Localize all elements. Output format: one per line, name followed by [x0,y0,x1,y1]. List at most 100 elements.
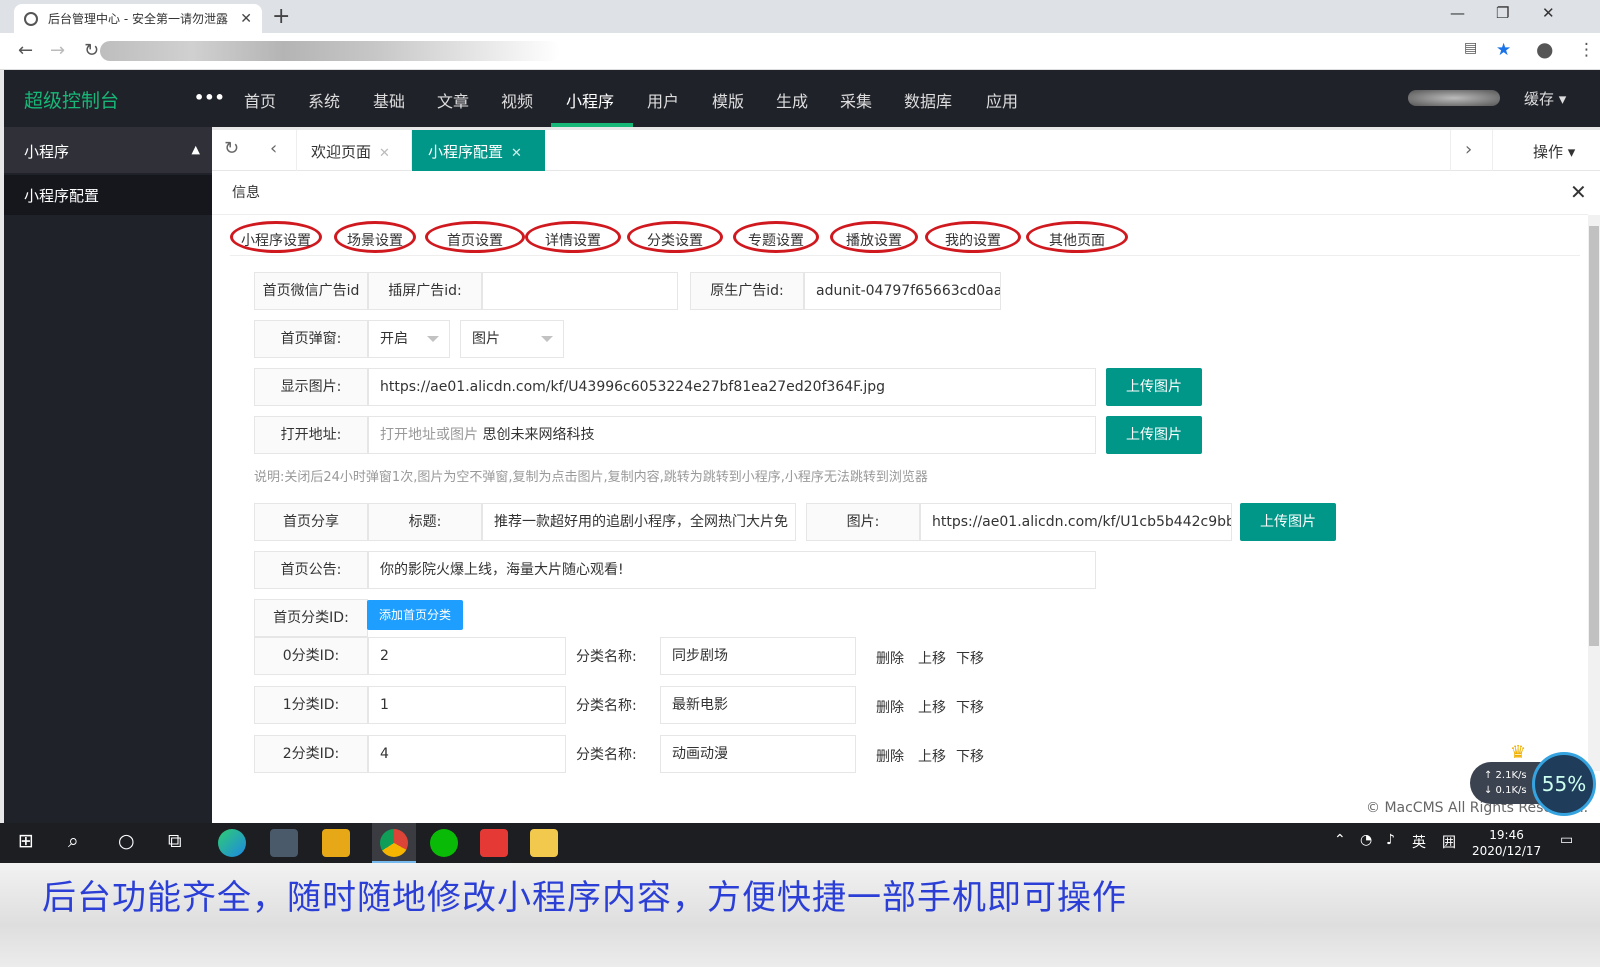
upload-image-button[interactable]: 上传图片 [1106,368,1202,406]
nav-miniprogram[interactable]: 小程序 [566,88,614,112]
task-view-icon[interactable]: ⧉ [168,830,182,852]
reload-button[interactable]: ↻ [84,40,99,61]
nav-template[interactable]: 模版 [712,88,744,112]
avatar[interactable] [1408,90,1500,106]
subtab-play[interactable]: 播放设置 [830,221,918,253]
subtab-other[interactable]: 其他页面 [1026,221,1128,253]
nav-collect[interactable]: 采集 [840,88,872,112]
ad-native-input[interactable]: adunit-04797f65663cd0aa [804,272,1001,310]
delete-link[interactable]: 删除 [876,697,904,717]
subtab-scene[interactable]: 场景设置 [334,221,416,253]
share-title-input[interactable]: 推荐一款超好用的追剧小程序，全网热门大片免 [482,503,796,541]
image-url-input[interactable]: https://ae01.alicdn.com/kf/U43996c605322… [368,368,1096,406]
delete-link[interactable]: 删除 [876,648,904,668]
category-id-input[interactable]: 2 [368,637,566,675]
share-image-input[interactable]: https://ae01.alicdn.com/kf/U1cb5b442c9bb [920,503,1232,541]
category-id-input[interactable]: 1 [368,686,566,724]
ad-interstitial-input[interactable] [482,272,678,310]
move-up-link[interactable]: 上移 [918,648,946,668]
close-icon[interactable]: ✕ [1570,180,1587,204]
popup-state-select[interactable]: 开启 [368,320,450,358]
subtab-detail[interactable]: 详情设置 [525,221,621,253]
category-name-input[interactable]: 同步剧场 [660,637,856,675]
nav-apps[interactable]: 应用 [986,88,1018,112]
menu-kebab-icon[interactable]: ⋮ [1578,40,1595,60]
subtab-mine[interactable]: 我的设置 [925,221,1021,253]
tab-welcome[interactable]: 欢迎页面 ✕ [296,130,412,171]
category-name-input[interactable]: 动画动漫 [660,735,856,773]
notification-icon[interactable]: ▭ [1560,832,1573,848]
category-id-input[interactable]: 4 [368,735,566,773]
new-tab-button[interactable]: + [272,4,290,29]
more-menu-icon[interactable]: ••• [194,88,225,107]
browser-tab[interactable]: 后台管理中心 - 安全第一请勿泄露 ✕ [14,4,262,33]
url-field-blurred[interactable] [100,41,560,61]
tab-miniprogram-config[interactable]: 小程序配置 ✕ [412,130,545,171]
scrollbar-thumb[interactable] [1589,226,1599,646]
nav-user[interactable]: 用户 [647,88,679,112]
nav-basic[interactable]: 基础 [373,88,405,112]
move-up-link[interactable]: 上移 [918,746,946,766]
edge-icon[interactable] [218,829,246,857]
next-tab-icon[interactable]: › [1450,130,1492,171]
file-explorer-icon[interactable] [530,829,558,857]
move-down-link[interactable]: 下移 [956,648,984,668]
forward-button[interactable]: → [50,40,65,61]
app-icon[interactable] [480,829,508,857]
wechat-icon[interactable] [430,829,458,857]
nav-home[interactable]: 首页 [244,88,276,112]
nav-article[interactable]: 文章 [437,88,469,112]
clock[interactable]: 19:46 2020/12/17 [1472,827,1541,859]
nav-generate[interactable]: 生成 [776,88,808,112]
profile-icon[interactable]: ● [1536,37,1553,61]
search-icon[interactable]: ⌕ [68,830,79,852]
chrome-icon[interactable] [380,829,408,857]
window-close-button[interactable]: ✕ [1542,4,1555,22]
subtab-home[interactable]: 首页设置 [425,221,525,253]
delete-link[interactable]: 删除 [876,746,904,766]
upload-image-button[interactable]: 上传图片 [1240,503,1336,541]
translate-icon[interactable]: ▤ [1464,40,1477,56]
subtab-topic[interactable]: 专题设置 [733,221,819,253]
popup-type-select[interactable]: 图片 [460,320,564,358]
cache-menu[interactable]: 缓存 ▾ [1524,88,1566,109]
nav-database[interactable]: 数据库 [904,88,952,112]
app-icon[interactable] [322,829,350,857]
category-name-input[interactable]: 最新电影 [660,686,856,724]
memory-usage-circle[interactable]: 55% [1532,752,1596,816]
subtab-miniprogram[interactable]: 小程序设置 [230,221,322,253]
volume-icon[interactable]: ♪ [1386,832,1395,848]
nav-system[interactable]: 系统 [308,88,340,112]
refresh-icon[interactable]: ↻ [224,138,239,159]
close-icon[interactable]: ✕ [379,146,390,161]
ime-language[interactable]: 英 [1412,832,1426,852]
back-button[interactable]: ← [18,40,33,61]
minimize-button[interactable]: — [1450,4,1465,22]
store-icon[interactable] [270,829,298,857]
move-down-link[interactable]: 下移 [956,697,984,717]
add-category-button[interactable]: 添加首页分类 [367,600,463,630]
move-down-link[interactable]: 下移 [956,746,984,766]
upload-image-button[interactable]: 上传图片 [1106,416,1202,454]
nav-video[interactable]: 视频 [501,88,533,112]
close-icon[interactable]: ✕ [511,146,522,161]
notice-input[interactable]: 你的影院火爆上线，海量大片随心观看! [368,551,1096,589]
chevron-up-icon[interactable]: ⌃ [1334,832,1346,848]
windows-start-icon[interactable]: ⊞ [18,830,34,852]
close-tab-icon[interactable]: ✕ [240,11,252,27]
network-icon[interactable]: ◔ [1360,832,1372,848]
cortana-icon[interactable]: ○ [118,830,135,852]
sidebar-group-miniprogram[interactable]: 小程序 ▲ [4,127,212,173]
ime-mode-icon[interactable]: 囲 [1442,832,1456,852]
sidebar-item-miniprogram-config[interactable]: 小程序配置 [4,175,212,215]
brand-logo[interactable]: 超级控制台 [24,86,119,113]
subtab-category[interactable]: 分类设置 [627,221,723,253]
open-address-input[interactable]: 打开地址或图片 思创未来网络科技 [368,416,1096,454]
restore-button[interactable]: ❐ [1496,4,1509,22]
open-address-label: 打开地址: [254,416,368,454]
bookmark-star-icon[interactable]: ★ [1496,40,1511,60]
operations-menu[interactable]: 操作 ▾ [1492,130,1600,171]
move-up-link[interactable]: 上移 [918,697,946,717]
ad-native-label: 原生广告id: [690,272,804,310]
prev-tab-icon[interactable]: ‹ [270,138,277,159]
